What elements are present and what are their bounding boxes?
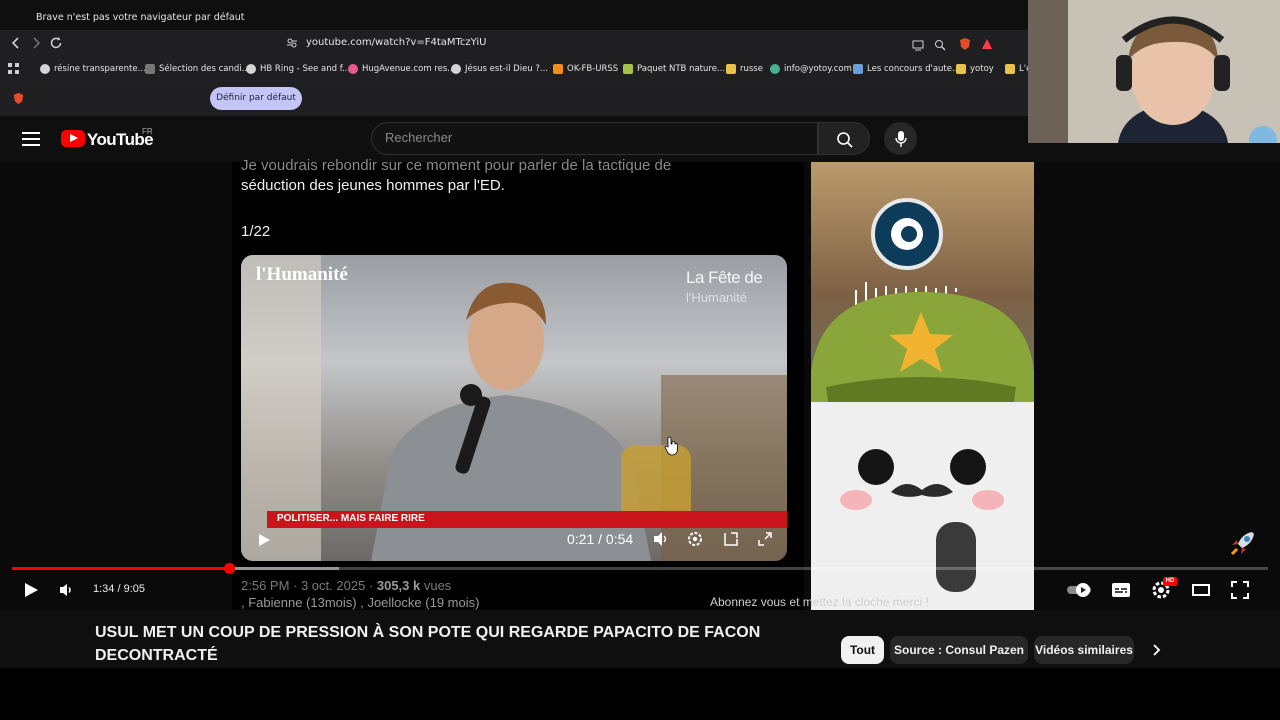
infobar-text: Brave n'est pas votre navigateur par déf… [36, 12, 245, 23]
soldier-mascot [811, 198, 1034, 610]
brave-rewards-icon[interactable] [980, 37, 994, 56]
globe-icon [246, 64, 256, 74]
theater-mode-icon[interactable] [1190, 579, 1212, 601]
bookmark-item[interactable]: info@yotoy.com [770, 62, 852, 76]
site-info-icon[interactable] [286, 37, 298, 53]
bookmark-item[interactable]: Jésus est-il Dieu ?... [451, 62, 548, 76]
hd-badge: HD [1163, 577, 1177, 586]
progress-buffer [229, 567, 339, 570]
embed-fullscreen-icon[interactable] [756, 530, 774, 548]
heart-icon [348, 64, 358, 74]
streamer-avatar-panel [811, 162, 1034, 610]
page-icon [145, 64, 155, 74]
hamburger-menu-icon[interactable] [22, 132, 40, 146]
bookmark-item[interactable]: Paquet NTB nature... [623, 62, 725, 76]
folder-icon [1005, 64, 1015, 74]
brave-shield-icon[interactable] [958, 37, 972, 56]
autoplay-toggle[interactable] [1066, 579, 1094, 601]
address-bar[interactable]: youtube.com/watch?v=F4taMTczYiU [254, 33, 1000, 55]
folder-icon [956, 64, 966, 74]
back-icon[interactable] [8, 36, 24, 52]
fullscreen-icon[interactable] [1229, 579, 1251, 601]
humanite-logo: l'Humanité [256, 264, 348, 285]
embed-volume-icon[interactable] [652, 530, 670, 548]
chevron-right-icon[interactable] [1148, 642, 1164, 658]
members-ticker: , Fabienne (13mois) , Joellocke (19 mois… [241, 595, 480, 610]
ok-icon [553, 64, 563, 74]
bookmark-item[interactable]: russe [726, 62, 763, 76]
tweet-thread-counter: 1/22 [241, 223, 271, 240]
globe-icon [40, 64, 50, 74]
bookmark-item[interactable]: yotoy [956, 62, 994, 76]
country-code: FR [142, 127, 153, 136]
search-button[interactable] [818, 122, 870, 155]
microphone-icon [895, 131, 907, 147]
chip-all[interactable]: Tout [841, 636, 884, 664]
streamer-webcam [1028, 0, 1280, 143]
embed-pip-icon[interactable] [722, 530, 740, 548]
youtube-logo-icon[interactable] [61, 130, 85, 147]
chip-related-videos[interactable]: Vidéos similaires [1034, 636, 1134, 664]
bookmark-item[interactable]: HB Ring - See and f... [246, 62, 350, 76]
bookmark-item[interactable]: Les concours d'aute... [853, 62, 960, 76]
progress-scrubber-handle[interactable] [223, 563, 235, 574]
globe-icon [451, 64, 461, 74]
fete-humanite-logo-line-2: l'Humanité [686, 290, 748, 305]
reload-icon[interactable] [48, 36, 64, 52]
bookmark-item[interactable]: HugAvenue.com res... [348, 62, 455, 76]
search-input[interactable]: Rechercher [385, 130, 452, 145]
image-icon [853, 64, 863, 74]
embed-play-icon[interactable] [256, 532, 272, 548]
forward-icon[interactable] [28, 36, 44, 52]
cast-icon[interactable] [912, 38, 924, 56]
embed-time: 0:21 / 0:54 [567, 531, 634, 547]
volume-icon[interactable] [58, 581, 76, 599]
progress-played [12, 567, 230, 570]
bookmark-item[interactable]: Sélection des candi... [145, 62, 250, 76]
video-title: USUL MET UN COUP DE PRESSION À SON POTE … [95, 624, 761, 664]
fete-humanite-logo: La Fête de [686, 268, 763, 287]
bookmark-item[interactable]: OK-FB-URSS [553, 62, 618, 76]
tweet-text-line-1: Je voudrais rebondir sur ce moment pour … [241, 157, 672, 174]
play-icon[interactable] [22, 581, 40, 599]
folder-icon [726, 64, 736, 74]
leaf-icon [623, 64, 633, 74]
mail-icon [770, 64, 780, 74]
tweet-metadata: 2:56 PM · 3 oct. 2025 · 305,3 k vues [241, 578, 452, 593]
voice-search-button[interactable] [884, 122, 917, 155]
rocket-icon [1228, 528, 1258, 563]
chip-source[interactable]: Source : Consul Pazen [890, 636, 1028, 664]
mouse-cursor-icon [664, 436, 680, 461]
bookmark-item[interactable]: résine transparente... [40, 62, 146, 76]
subscribe-caption: Abonnez vous et mettez la cloche merci ! [710, 595, 929, 609]
brave-lion-icon [12, 92, 25, 110]
apps-grid-icon[interactable] [8, 62, 20, 80]
view-count: 305,3 k [376, 578, 421, 593]
url-text[interactable]: youtube.com/watch?v=F4taMTczYiU [306, 37, 487, 48]
subtitles-icon[interactable] [1110, 579, 1132, 601]
set-default-button[interactable]: Définir par défaut [210, 87, 302, 110]
tweet-text-line-2: séduction des jeunes hommes par l'ED. [241, 177, 505, 194]
lower-third-text: POLITISER... MAIS FAIRE RIRE [277, 513, 425, 524]
webcam-overlay [1028, 0, 1280, 143]
page-bottom-area [0, 668, 1280, 720]
time-display: 1:34 / 9:05 [93, 583, 145, 595]
zoom-icon[interactable] [934, 38, 946, 56]
search-icon [837, 132, 853, 148]
embed-settings-icon[interactable] [686, 530, 704, 548]
